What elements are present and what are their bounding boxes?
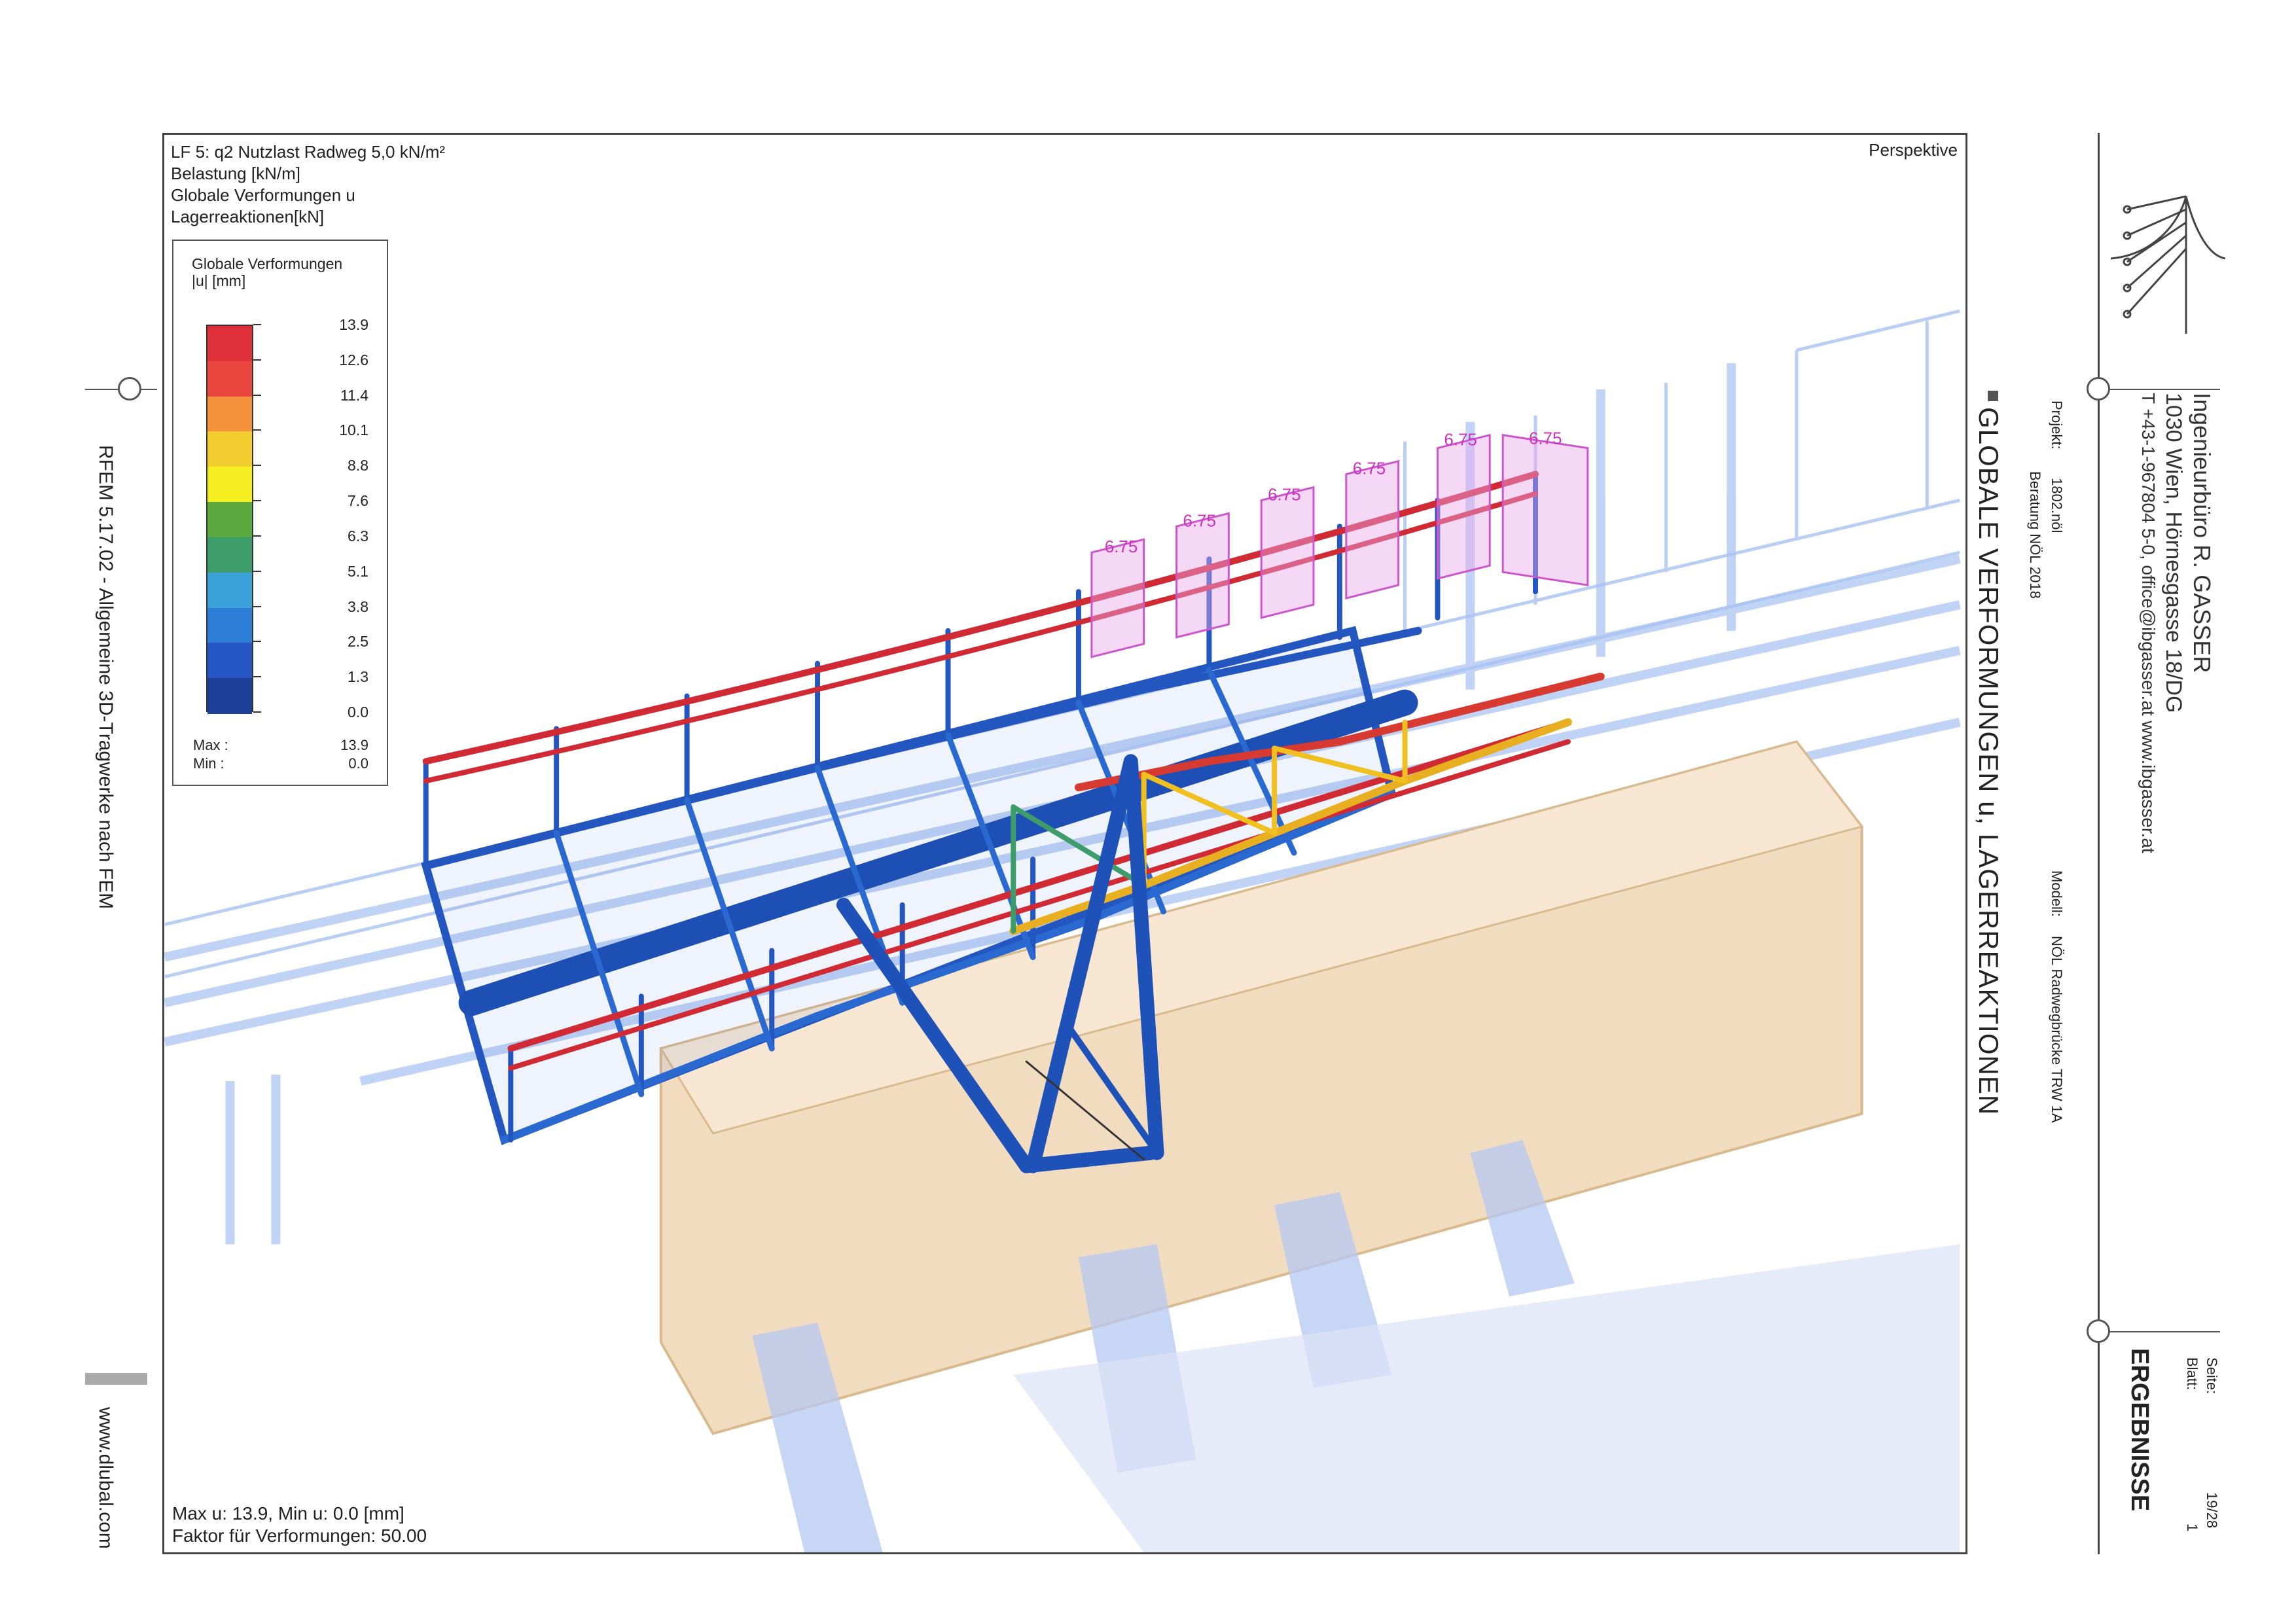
projekt-label: Projekt:	[2049, 401, 2065, 450]
load-label: 6.75	[1353, 460, 1386, 478]
title-block-line	[2109, 1331, 2220, 1332]
modell-label: Modell:	[2049, 870, 2065, 917]
company-contact: T +43-1-967804 5-0, office@ibgasser.at w…	[2138, 393, 2159, 853]
legend-level-value: 8.8	[348, 457, 368, 474]
legend-tick	[253, 394, 261, 396]
legend-tick	[253, 429, 261, 431]
legend-tick	[253, 500, 261, 502]
legend-unit: |u| [mm]	[192, 272, 246, 289]
legend-level-value: 12.6	[339, 351, 368, 368]
legend-tick	[253, 676, 261, 678]
deformation-factor: Faktor für Verformungen: 50.00	[172, 1525, 427, 1546]
punch-hole-marker	[2087, 1319, 2110, 1343]
legend-max-label: Max :	[193, 737, 228, 753]
load-label: 6.75	[1444, 431, 1477, 450]
website: www.dlubal.com	[95, 1407, 117, 1549]
color-bar	[206, 325, 253, 714]
color-bar-segment	[207, 607, 252, 644]
color-bar-segment	[207, 537, 252, 573]
punch-hole-marker	[118, 377, 141, 401]
title-block-line	[2109, 389, 2220, 390]
legend-level-value: 1.3	[348, 668, 368, 686]
load-label: 6.75	[1268, 486, 1300, 504]
legend-level-value: 10.1	[339, 421, 368, 439]
legend-tick	[253, 570, 261, 572]
legend-level-value: 6.3	[348, 527, 368, 544]
software-version: RFEM 5.17.02 - Allgemeine 3D-Tragwerke n…	[95, 445, 117, 910]
load-value-labels: 6.75 6.75 6.75 6.75 6.75 6.75	[1105, 430, 1562, 557]
max-min-u: Max u: 13.9, Min u: 0.0 [mm]	[172, 1503, 404, 1524]
color-bar-segment	[207, 502, 252, 538]
projekt-value: 1802.nöl	[2049, 478, 2065, 533]
section-marker	[1988, 391, 1998, 401]
color-bar-segment	[207, 572, 252, 609]
margin-tab	[85, 1373, 147, 1385]
company-address: 1030 Wien, Hörnesgasse 18/DG	[2161, 393, 2186, 713]
legend-tick	[253, 324, 261, 325]
color-bar-segment	[207, 361, 252, 397]
load-label: 6.75	[1105, 538, 1138, 556]
result-type: Globale Verformungen u	[171, 185, 355, 205]
model-view[interactable]: 6.75 6.75 6.75 6.75 6.75 6.75	[164, 135, 1965, 1552]
section-title: GLOBALE VERFORMUNGEN u, LAGERREAKTIONEN	[1973, 407, 2004, 1116]
legend-max-value: 13.9	[340, 737, 368, 753]
legend-min-value: 0.0	[348, 755, 368, 772]
load-case-unit: Belastung [kN/m]	[171, 164, 300, 183]
seite-value: 19/28	[2204, 1492, 2220, 1529]
color-bar-segment	[207, 643, 252, 679]
legend-title: Globale Verformungen	[192, 255, 343, 272]
legend-level-value: 2.5	[348, 633, 368, 651]
legend-tick	[253, 535, 261, 537]
load-case-info: LF 5: q2 Nutzlast Radweg 5,0 kN/m² Belas…	[171, 141, 445, 228]
viewport-frame[interactable]: 6.75 6.75 6.75 6.75 6.75 6.75 LF 5: q2 N…	[162, 133, 1967, 1554]
color-bar-segment	[207, 396, 252, 433]
legend-level-value: 13.9	[339, 316, 368, 333]
legend-level-value: 5.1	[348, 562, 368, 580]
legend-tick	[253, 359, 261, 361]
legend-level-value: 0.0	[348, 704, 368, 721]
legend-level-value: 11.4	[340, 386, 368, 404]
blatt-value: 1	[2184, 1524, 2200, 1532]
load-label: 6.75	[1183, 512, 1215, 530]
legend-tick	[253, 465, 261, 467]
color-bar-segment	[207, 326, 252, 362]
load-label: 6.75	[1529, 430, 1562, 448]
legend-min-label: Min :	[193, 755, 224, 772]
color-bar-segment	[207, 431, 252, 468]
color-bar-segment	[207, 678, 252, 714]
legend-tick	[253, 641, 261, 643]
seite-label: Seite:	[2204, 1357, 2220, 1395]
company-name: Ingenieurbüro R. GASSER	[2189, 393, 2215, 673]
blatt-label: Blatt:	[2184, 1357, 2200, 1391]
load-case-title: LF 5: q2 Nutzlast Radweg 5,0 kN/m²	[171, 142, 446, 162]
result-summary: Max u: 13.9, Min u: 0.0 [mm] Faktor für …	[172, 1503, 427, 1547]
punch-hole-marker	[2087, 377, 2110, 401]
results-heading: ERGEBNISSE	[2126, 1348, 2153, 1512]
reaction-unit: Lagerreaktionen[kN]	[171, 207, 325, 226]
company-logo	[2110, 195, 2226, 334]
beratung: Beratung NÖL 2018	[2027, 471, 2043, 599]
legend-tick	[253, 711, 261, 713]
legend-tick	[253, 605, 261, 607]
modell-value: NÖL Radwegbrücke TRW 1A	[2049, 936, 2065, 1123]
view-label: Perspektive	[1869, 140, 1958, 160]
color-scale-legend[interactable]: Globale Verformungen |u| [mm] 13.9 12.6 11…	[172, 240, 388, 786]
legend-level-value: 3.8	[348, 597, 368, 615]
color-bar-segment	[207, 467, 252, 503]
legend-level-value: 7.6	[348, 492, 368, 510]
